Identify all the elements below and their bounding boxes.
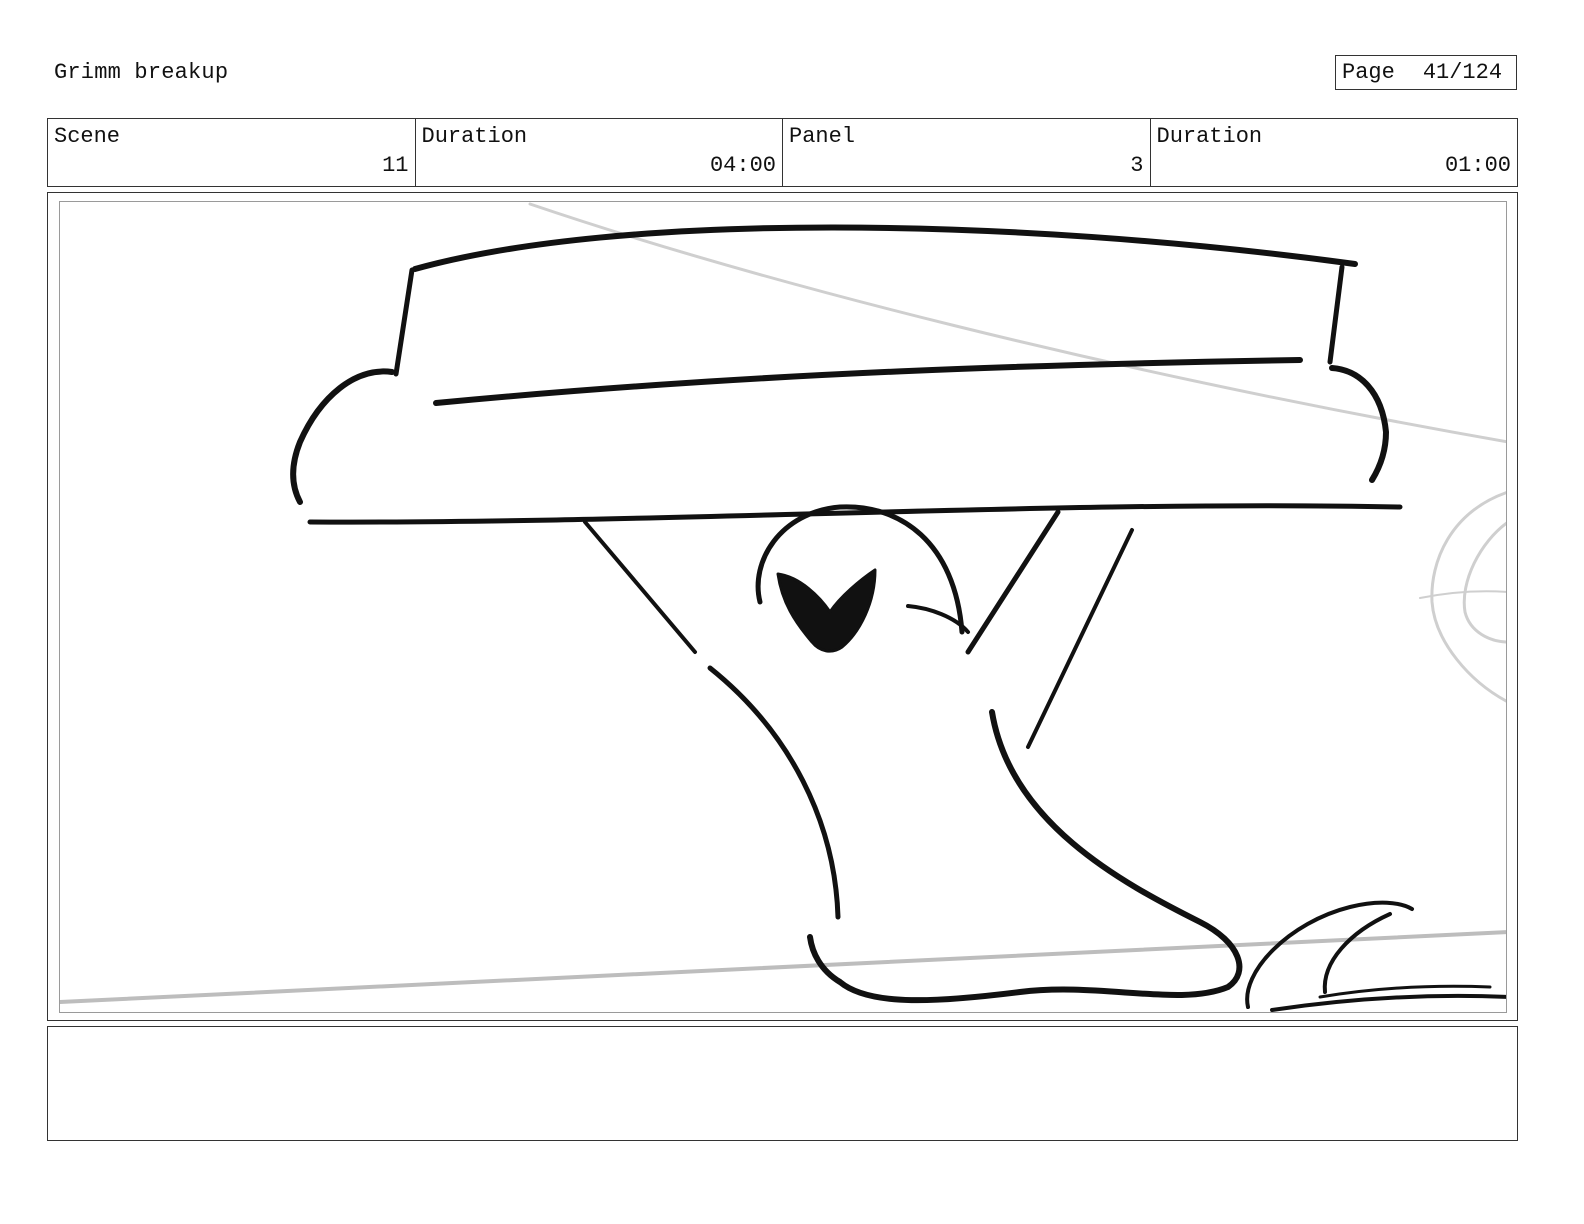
hat-drawing [290,224,1403,525]
panel-duration-label: Duration [1156,124,1263,149]
scene-label: Scene [54,124,121,149]
hat-brim-left-curl [290,368,395,505]
page-label: Page [1342,60,1395,85]
foot-curl-inner [1322,912,1392,994]
hat-brim-right-curl [1329,365,1389,483]
page-indicator: Page 41/124 [1335,55,1517,90]
body-left [707,665,841,920]
hat-crown-left [393,267,415,377]
panel-duration-cell: Duration 01:00 [1151,119,1518,186]
panel-cell: Panel 3 [783,119,1151,186]
page-number: 41/124 [1422,60,1503,85]
panel-duration-value: 01:00 [1444,153,1511,178]
panel-info-row: Scene 11 Duration 04:00 Panel 3 Duration… [47,118,1518,187]
storyboard-drawing-area [59,201,1507,1013]
foot-curl-outer [1245,900,1414,1009]
guide-diagonal [528,202,1506,444]
scene-number: 11 [382,153,409,178]
storyboard-sketch [60,202,1506,1012]
arm-right-outer [1026,528,1134,749]
scene-duration-cell: Duration 04:00 [416,119,783,186]
face-v-mark [776,568,877,653]
panel-notes-box [47,1026,1518,1141]
storyboard-panel-frame [47,192,1518,1021]
hat-crown-right [1327,264,1345,365]
creature-drawing [583,504,1506,1012]
arm-left [583,520,697,654]
panel-label: Panel [789,124,856,149]
guide-circle-inner [1462,521,1506,644]
document-title: Grimm breakup [54,60,229,85]
arm-right-upper [965,509,1061,655]
guide-ground [60,930,1506,1004]
hat-crown-top [412,224,1358,272]
panel-number: 3 [1130,153,1144,178]
ground-stroke-right [1270,993,1506,1012]
guide-circle-outer [1430,491,1506,703]
scene-duration-value: 04:00 [709,153,776,178]
scene-duration-label: Duration [421,124,528,149]
construction-guides [60,202,1506,1004]
hat-band [433,357,1303,406]
scene-cell: Scene 11 [48,119,416,186]
